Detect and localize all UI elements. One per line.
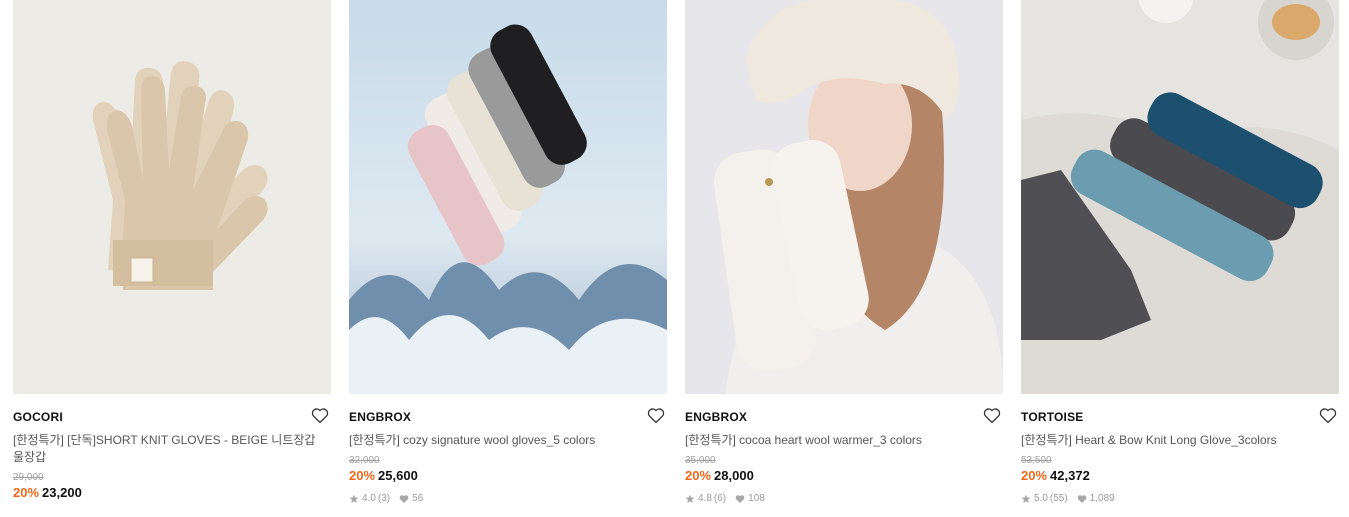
- product-card[interactable]: ENGBROX [한정특가] cozy signature wool glove…: [349, 0, 667, 505]
- original-price: 32,000: [349, 455, 380, 466]
- sale-price: 28,000: [714, 468, 754, 483]
- like-count: 56: [412, 493, 424, 504]
- review-meta: 4.8 (6) 108: [685, 492, 1003, 505]
- product-card[interactable]: TORTOISE [한정특가] Heart & Bow Knit Long Gl…: [1021, 0, 1339, 505]
- discount-rate: 20%: [13, 485, 40, 500]
- star-icon: [1021, 494, 1031, 504]
- rating-value: 4.0: [362, 493, 376, 504]
- price-line: 20% 42,372: [1021, 468, 1339, 484]
- product-image[interactable]: [349, 0, 667, 394]
- original-price: 53,500: [1021, 455, 1052, 466]
- heart-filled-icon: [399, 494, 409, 504]
- sale-price: 42,372: [1050, 468, 1090, 483]
- like-count: 1,089: [1089, 493, 1115, 504]
- discount-rate: 20%: [685, 468, 712, 483]
- product-brand[interactable]: GOCORI: [13, 409, 331, 425]
- heart-outline-icon[interactable]: [983, 407, 1001, 424]
- heart-outline-icon[interactable]: [1319, 407, 1337, 424]
- review-count: (55): [1049, 493, 1068, 504]
- heart-outline-icon[interactable]: [647, 407, 665, 424]
- product-card[interactable]: GOCORI [한정특가] [단독]SHORT KNIT GLOVES - BE…: [13, 0, 331, 501]
- price-line: 20% 28,000: [685, 468, 1003, 484]
- original-price: 35,000: [685, 455, 716, 466]
- product-card[interactable]: ENGBROX [한정특가] cocoa heart wool warmer_3…: [685, 0, 1003, 505]
- review-meta: 5.0 (55) 1,089: [1021, 492, 1339, 505]
- product-image[interactable]: [685, 0, 1003, 394]
- heart-outline-icon[interactable]: [311, 407, 329, 424]
- product-grid: GOCORI [한정특가] [단독]SHORT KNIT GLOVES - BE…: [0, 0, 1349, 517]
- rating-value: 5.0: [1034, 493, 1048, 504]
- review-count: (3): [377, 493, 391, 504]
- price-line: 20% 23,200: [13, 485, 331, 501]
- product-image[interactable]: [13, 0, 331, 394]
- star-icon: [349, 494, 359, 504]
- product-brand[interactable]: TORTOISE: [1021, 409, 1339, 425]
- like-count: 108: [748, 493, 765, 504]
- sale-price: 23,200: [42, 485, 82, 500]
- review-meta: 4.0 (3) 56: [349, 492, 667, 505]
- product-name[interactable]: [한정특가] Heart & Bow Knit Long Glove_3colo…: [1021, 432, 1333, 449]
- sale-price: 25,600: [378, 468, 418, 483]
- heart-filled-icon: [1077, 494, 1087, 504]
- rating-value: 4.8: [698, 493, 712, 504]
- star-icon: [685, 494, 695, 504]
- heart-filled-icon: [735, 494, 745, 504]
- discount-rate: 20%: [1021, 468, 1048, 483]
- review-count: (6): [713, 493, 727, 504]
- product-brand[interactable]: ENGBROX: [349, 409, 667, 425]
- product-image[interactable]: [1021, 0, 1339, 394]
- original-price: 29,000: [13, 472, 44, 483]
- product-name[interactable]: [한정특가] [단독]SHORT KNIT GLOVES - BEIGE 니트장…: [13, 432, 325, 466]
- product-name[interactable]: [한정특가] cocoa heart wool warmer_3 colors: [685, 432, 997, 449]
- product-name[interactable]: [한정특가] cozy signature wool gloves_5 colo…: [349, 432, 661, 449]
- price-line: 20% 25,600: [349, 468, 667, 484]
- discount-rate: 20%: [349, 468, 376, 483]
- product-brand[interactable]: ENGBROX: [685, 409, 1003, 425]
